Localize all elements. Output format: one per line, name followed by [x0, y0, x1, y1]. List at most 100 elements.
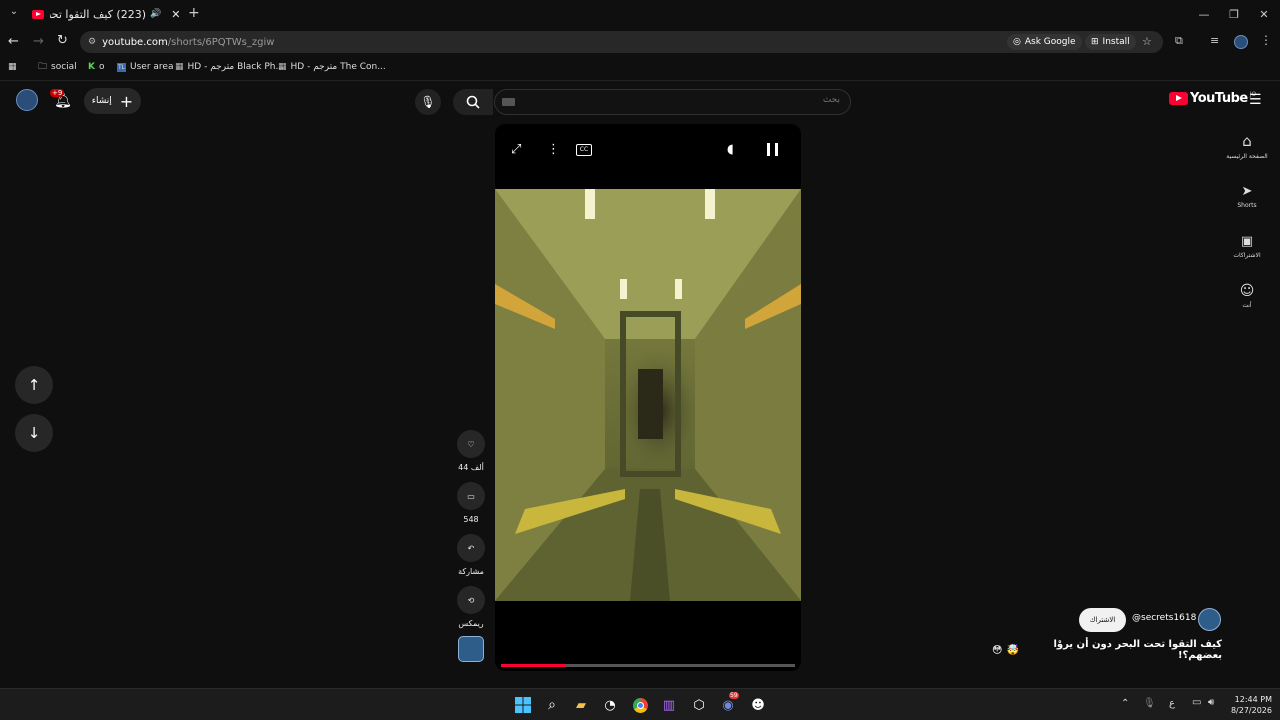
- chrome-icon[interactable]: [630, 695, 650, 715]
- tray-chevron-icon[interactable]: ⌃: [1121, 698, 1129, 709]
- app-cube-icon[interactable]: ⬡: [689, 695, 709, 715]
- like-heart-icon: ♡: [457, 430, 485, 458]
- tray-mic-icon[interactable]: 🎙︎: [1143, 698, 1156, 709]
- youtube-logo[interactable]: YouTube JO: [1169, 91, 1256, 106]
- profile-avatar[interactable]: [1234, 35, 1248, 49]
- voice-search-button[interactable]: 🎙︎: [415, 89, 441, 115]
- subscribe-button[interactable]: الاشتراك: [1079, 608, 1126, 632]
- channel-avatar[interactable]: [1198, 608, 1221, 631]
- taskbar-search-icon[interactable]: ⌕: [542, 695, 562, 715]
- remix-button[interactable]: ⟲ ريمكس: [457, 586, 485, 628]
- menu-kebab-icon[interactable]: ⋮: [1260, 33, 1272, 47]
- discord-badge: 59: [729, 692, 739, 699]
- restore-icon[interactable]: ❐: [1218, 0, 1250, 28]
- apps-grid-icon[interactable]: ▦: [8, 59, 17, 75]
- share-icon: ↶: [457, 534, 485, 562]
- remix-icon: ⟲: [457, 586, 485, 614]
- tab-search-icon[interactable]: ⌄: [6, 6, 22, 22]
- progress-track[interactable]: [501, 664, 795, 667]
- app-icon[interactable]: ▥: [659, 695, 679, 715]
- search-input[interactable]: بحث: [494, 89, 851, 115]
- ask-google-button[interactable]: ◎ Ask Google: [1007, 34, 1082, 50]
- film-icon: ▦: [175, 62, 184, 72]
- volume-tray-icon[interactable]: 🔊︎: [1208, 697, 1214, 708]
- arrow-down-icon: ↓: [27, 424, 41, 442]
- next-short-button[interactable]: ↓: [15, 414, 53, 452]
- arrow-up-icon: ↑: [27, 376, 41, 394]
- flushed-emoji-icon: 😳: [992, 644, 1003, 656]
- back-icon[interactable]: ←: [8, 34, 19, 49]
- more-options-icon[interactable]: ⋮: [547, 142, 560, 157]
- clock-app-icon[interactable]: ◔: [600, 695, 620, 715]
- plus-icon: +: [119, 91, 134, 111]
- bookmark-black-ph[interactable]: ▦ HD - مترجم Black Ph...: [175, 59, 284, 75]
- mind-blown-emoji-icon: 🤯: [1006, 644, 1019, 656]
- like-button[interactable]: ♡ 44 ألف: [457, 430, 485, 472]
- bookmark-user-area[interactable]: TL User area: [117, 59, 173, 75]
- url-path: /shorts/6PQTWs_zgiw: [167, 36, 275, 48]
- subscriptions-icon: ▣: [1240, 233, 1254, 249]
- network-icon[interactable]: ▭: [1192, 697, 1201, 708]
- youtube-favicon-icon: [32, 9, 44, 19]
- youtube-logo-icon: [1169, 92, 1188, 105]
- you-icon: ☺: [1239, 283, 1255, 299]
- short-title: كيف التقوا تحت البحر دون أن يروْا بعضهم؟…: [1053, 639, 1222, 661]
- volume-icon[interactable]: ◖: [727, 142, 734, 157]
- fullscreen-icon[interactable]: ⤢: [511, 142, 521, 157]
- app-avatar-icon[interactable]: ☻: [748, 695, 768, 715]
- browser-tab[interactable]: (223) كيف التقوا تحت البحر د 🔊 ✕: [24, 2, 182, 26]
- shorts-player[interactable]: ⤢ ⋮ CC ◖: [495, 124, 801, 671]
- microphone-icon: 🎙︎: [420, 95, 436, 109]
- nav-you[interactable]: ☺ أنت: [1214, 271, 1280, 321]
- new-tab-icon[interactable]: +: [188, 5, 200, 21]
- previous-short-button[interactable]: ↑: [15, 366, 53, 404]
- title-bar: ⌄ (223) كيف التقوا تحت البحر د 🔊 ✕ + — ❐…: [0, 0, 1280, 28]
- tab-close-icon[interactable]: ✕: [171, 8, 180, 21]
- create-button[interactable]: إنشاء +: [84, 88, 141, 114]
- tab-title: (223) كيف التقوا تحت البحر د: [50, 7, 146, 21]
- comment-icon: ▭: [457, 482, 485, 510]
- search-button[interactable]: [453, 89, 493, 115]
- video-frame: [495, 189, 801, 601]
- bookmark-the-con[interactable]: ▦ HD - مترجم The Con...: [278, 59, 386, 75]
- file-explorer-icon[interactable]: ▰: [571, 695, 591, 715]
- bookmark-o[interactable]: Ko: [88, 59, 105, 75]
- address-bar[interactable]: ⚙ youtube.com/shorts/6PQTWs_zgiw ◎ Ask Go…: [80, 31, 1163, 53]
- channel-handle[interactable]: @secrets1618: [1132, 613, 1196, 623]
- close-window-icon[interactable]: ✕: [1248, 0, 1280, 28]
- nav-shorts[interactable]: ➤ Shorts: [1214, 171, 1280, 221]
- clock-time: 12:44 PM: [1234, 695, 1272, 704]
- comments-button[interactable]: ▭ 548: [457, 482, 485, 524]
- media-control-icon[interactable]: ≡: [1210, 34, 1219, 47]
- account-avatar[interactable]: [16, 89, 38, 111]
- site-info-icon[interactable]: ⚙: [88, 37, 96, 47]
- bookmark-social[interactable]: 🗀 social: [38, 59, 77, 75]
- nav-subscriptions[interactable]: ▣ الاشتراكات: [1214, 221, 1280, 271]
- language-indicator[interactable]: ع: [1169, 698, 1175, 709]
- install-icon: ⊞: [1091, 37, 1099, 47]
- bookmark-star-icon[interactable]: ☆: [1142, 35, 1152, 48]
- hamburger-menu-icon[interactable]: ☰: [1249, 92, 1262, 108]
- google-lens-icon: ◎: [1013, 37, 1021, 47]
- notifications-bell-icon[interactable]: 🔔︎ +9: [50, 89, 75, 113]
- windows-start-icon[interactable]: [513, 695, 533, 715]
- pause-icon[interactable]: [767, 143, 778, 156]
- discord-icon[interactable]: ◉ 59: [718, 692, 739, 715]
- minimize-icon[interactable]: —: [1188, 0, 1220, 28]
- reload-icon[interactable]: ↻: [57, 33, 68, 48]
- captions-icon[interactable]: CC: [576, 144, 592, 156]
- nav-home[interactable]: ⌂ الصفحة الرئيسية: [1214, 121, 1280, 171]
- tl-icon: TL: [117, 62, 127, 72]
- folder-icon: 🗀: [38, 62, 48, 72]
- channel-thumbnail[interactable]: [458, 636, 484, 662]
- install-button[interactable]: ⊞ Install: [1085, 34, 1136, 50]
- keyboard-icon[interactable]: [502, 98, 515, 106]
- k-icon: K: [88, 62, 95, 72]
- clock-date: 8/27/2026: [1230, 706, 1272, 715]
- extensions-icon[interactable]: ⧉: [1175, 34, 1183, 48]
- speaker-icon[interactable]: 🔊: [150, 9, 161, 19]
- progress-fill: [501, 664, 566, 667]
- share-button[interactable]: ↶ مشاركة: [457, 534, 485, 576]
- forward-icon[interactable]: →: [33, 34, 44, 49]
- clock[interactable]: 12:44 PM 8/27/2026: [1226, 694, 1272, 716]
